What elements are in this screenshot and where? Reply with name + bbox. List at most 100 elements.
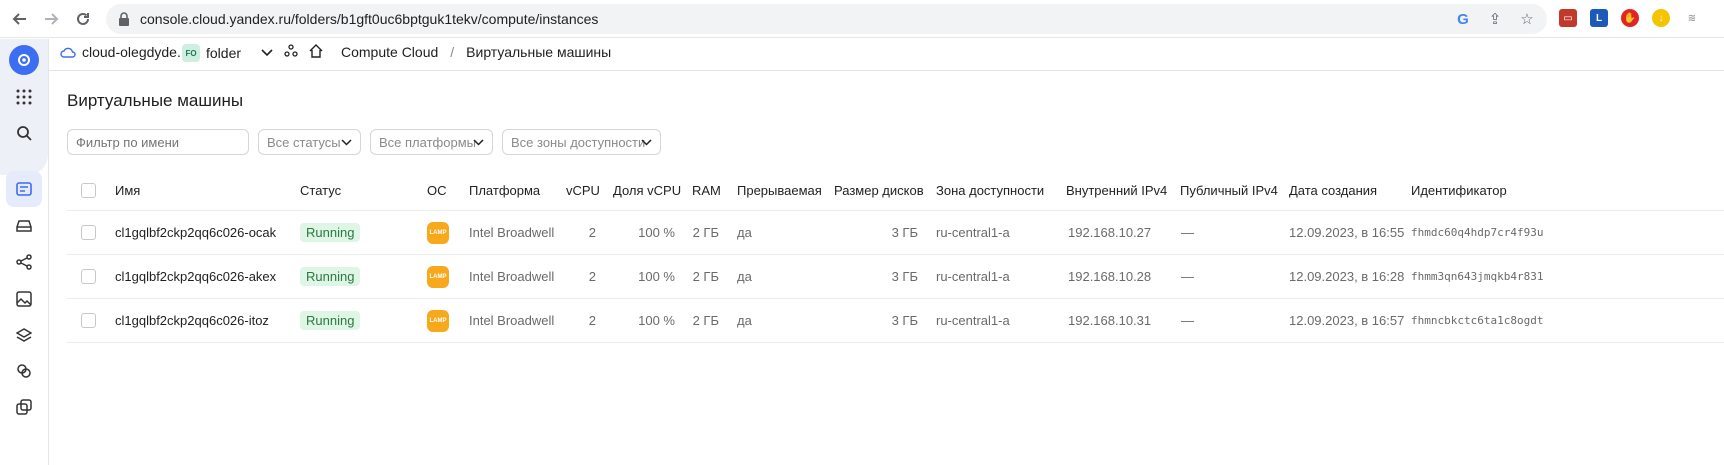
cloud-selector[interactable]: cloud-olegdyde...	[60, 44, 189, 60]
vcpu-value: 2	[588, 313, 596, 328]
column-header-vcpu-share[interactable]: Доля vCPU	[613, 171, 681, 210]
column-header-status[interactable]: Статус	[300, 171, 341, 210]
public-ipv4-value: —	[1181, 269, 1194, 284]
layers-icon[interactable]	[6, 317, 42, 353]
back-arrow-icon[interactable]	[7, 6, 33, 32]
current-page-crumb: Виртуальные машины	[466, 44, 612, 60]
column-header-public-ipv4[interactable]: Публичный IPv4	[1180, 171, 1278, 210]
cloud-logo-icon[interactable]	[6, 42, 42, 78]
column-header-vcpu[interactable]: vCPU	[566, 171, 600, 210]
chevron-down-icon	[341, 139, 352, 146]
row-checkbox[interactable]	[81, 269, 96, 284]
table-row[interactable]: cl1gqlbf2ckp2qq6c026-itoz Running LAMP I…	[67, 299, 1724, 343]
chevron-down-icon	[641, 139, 652, 146]
table-row[interactable]: cl1gqlbf2ckp2qq6c026-ocak Running LAMP I…	[67, 211, 1724, 255]
vm-name[interactable]: cl1gqlbf2ckp2qq6c026-ocak	[115, 211, 276, 254]
status-filter-value: Все статусы	[267, 134, 341, 150]
reload-icon[interactable]	[70, 6, 96, 32]
disk-size-value: 3 ГБ	[891, 313, 918, 328]
chevron-down-icon	[261, 49, 273, 57]
vm-name[interactable]: cl1gqlbf2ckp2qq6c026-itoz	[115, 299, 269, 342]
column-header-created[interactable]: Дата создания	[1289, 171, 1377, 210]
network-icon[interactable]	[6, 244, 42, 280]
instance-id: fhmdc60q4hdp7cr4f93u	[1411, 226, 1544, 239]
star-icon[interactable]: ☆	[1517, 9, 1537, 29]
left-rail	[0, 39, 49, 465]
share-icon[interactable]: ⇪	[1485, 9, 1505, 29]
column-header-ram[interactable]: RAM	[692, 171, 721, 210]
internal-ipv4-value: 192.168.10.28	[1068, 269, 1152, 284]
folder-selector[interactable]: FO folder	[182, 44, 273, 62]
disk-size-value: 3 ГБ	[891, 269, 918, 284]
lastpass-extension-icon[interactable]: L	[1590, 9, 1608, 27]
internal-ipv4-value: 192.168.10.27	[1068, 225, 1152, 240]
breadcrumb: cloud-olegdyde... FO folder Compute Clou…	[49, 39, 1724, 71]
public-ipv4-value: —	[1181, 225, 1194, 240]
services-icon[interactable]	[284, 44, 298, 58]
audio-extension-icon[interactable]: ≋	[1683, 9, 1701, 27]
column-header-disk-size[interactable]: Размер дисков	[834, 171, 924, 210]
google-icon[interactable]: G	[1453, 9, 1473, 29]
name-filter-input[interactable]	[67, 129, 249, 155]
image-icon[interactable]	[6, 281, 42, 317]
screen-extension-icon[interactable]: ▭	[1559, 9, 1577, 27]
zone-filter-select[interactable]: Все зоны доступности	[502, 129, 661, 155]
service-link[interactable]: Compute Cloud	[341, 44, 438, 60]
zone-filter-value: Все зоны доступности	[511, 134, 646, 150]
lock-icon	[118, 12, 130, 31]
column-header-os[interactable]: ОС	[427, 171, 447, 210]
vm-name[interactable]: cl1gqlbf2ckp2qq6c026-akex	[115, 255, 276, 298]
select-all-checkbox[interactable]	[81, 183, 96, 198]
column-header-preemptible[interactable]: Прерываемая	[737, 171, 822, 210]
snapshots-icon[interactable]	[6, 389, 42, 425]
cloud-icon	[60, 47, 76, 58]
internal-ipv4-value: 192.168.10.31	[1068, 313, 1152, 328]
disk-size-value: 3 ГБ	[891, 225, 918, 240]
column-header-id[interactable]: Идентификатор	[1411, 171, 1507, 210]
vcpu-share-value: 100 %	[638, 269, 675, 284]
download-extension-icon[interactable]: ↓	[1652, 9, 1670, 27]
breadcrumb-separator: /	[450, 44, 455, 60]
compute-icon[interactable]	[6, 171, 42, 207]
vcpu-value: 2	[588, 269, 596, 284]
preemptible-value: да	[737, 269, 752, 284]
status-filter-select[interactable]: Все статусы	[258, 129, 361, 155]
preemptible-value: да	[737, 313, 752, 328]
column-header-platform[interactable]: Платформа	[469, 171, 540, 210]
ram-value: 2 ГБ	[692, 225, 719, 240]
instance-groups-icon[interactable]	[6, 353, 42, 389]
search-icon[interactable]	[6, 115, 42, 151]
instance-id: fhmm3qn643jmqkb4r831	[1411, 270, 1544, 283]
ram-value: 2 ГБ	[692, 269, 719, 284]
disk-icon[interactable]	[6, 208, 42, 244]
row-checkbox[interactable]	[81, 225, 96, 240]
zone-value: ru-central1-a	[936, 269, 1010, 284]
column-header-zone[interactable]: Зона доступности	[936, 171, 1044, 210]
url-text: console.cloud.yandex.ru/folders/b1gft0uc…	[140, 11, 599, 27]
vcpu-share-value: 100 %	[638, 313, 675, 328]
forward-arrow-icon[interactable]	[38, 6, 64, 32]
column-header-name[interactable]: Имя	[115, 171, 140, 210]
apps-grid-icon[interactable]	[6, 79, 42, 115]
os-lamp-icon: LAMP	[427, 221, 449, 244]
status-badge: Running	[300, 267, 361, 286]
breadcrumb-service[interactable]: Compute Cloud / Виртуальные машины	[341, 44, 611, 60]
column-header-internal-ipv4[interactable]: Внутренний IPv4	[1066, 171, 1167, 210]
address-bar[interactable]: console.cloud.yandex.ru/folders/b1gft0uc…	[106, 4, 1547, 34]
table-row[interactable]: cl1gqlbf2ckp2qq6c026-akex Running LAMP I…	[67, 255, 1724, 299]
home-icon[interactable]	[309, 44, 323, 58]
created-value: 12.09.2023, в 16:55	[1289, 225, 1405, 240]
folder-name: folder	[206, 45, 242, 61]
platform-filter-value: Все платформы	[379, 134, 476, 150]
chevron-down-icon	[473, 139, 484, 146]
cloud-name: cloud-olegdyde...	[82, 44, 189, 60]
page-title: Виртуальные машины	[67, 91, 244, 110]
vcpu-value: 2	[588, 225, 596, 240]
platform-value: Intel Broadwell	[469, 313, 555, 328]
row-checkbox[interactable]	[81, 313, 96, 328]
browser-toolbar: console.cloud.yandex.ru/folders/b1gft0uc…	[0, 0, 1724, 38]
os-lamp-icon: LAMP	[427, 265, 449, 288]
adblock-extension-icon[interactable]: ✋	[1621, 9, 1639, 27]
public-ipv4-value: —	[1181, 313, 1194, 328]
platform-filter-select[interactable]: Все платформы	[370, 129, 493, 155]
